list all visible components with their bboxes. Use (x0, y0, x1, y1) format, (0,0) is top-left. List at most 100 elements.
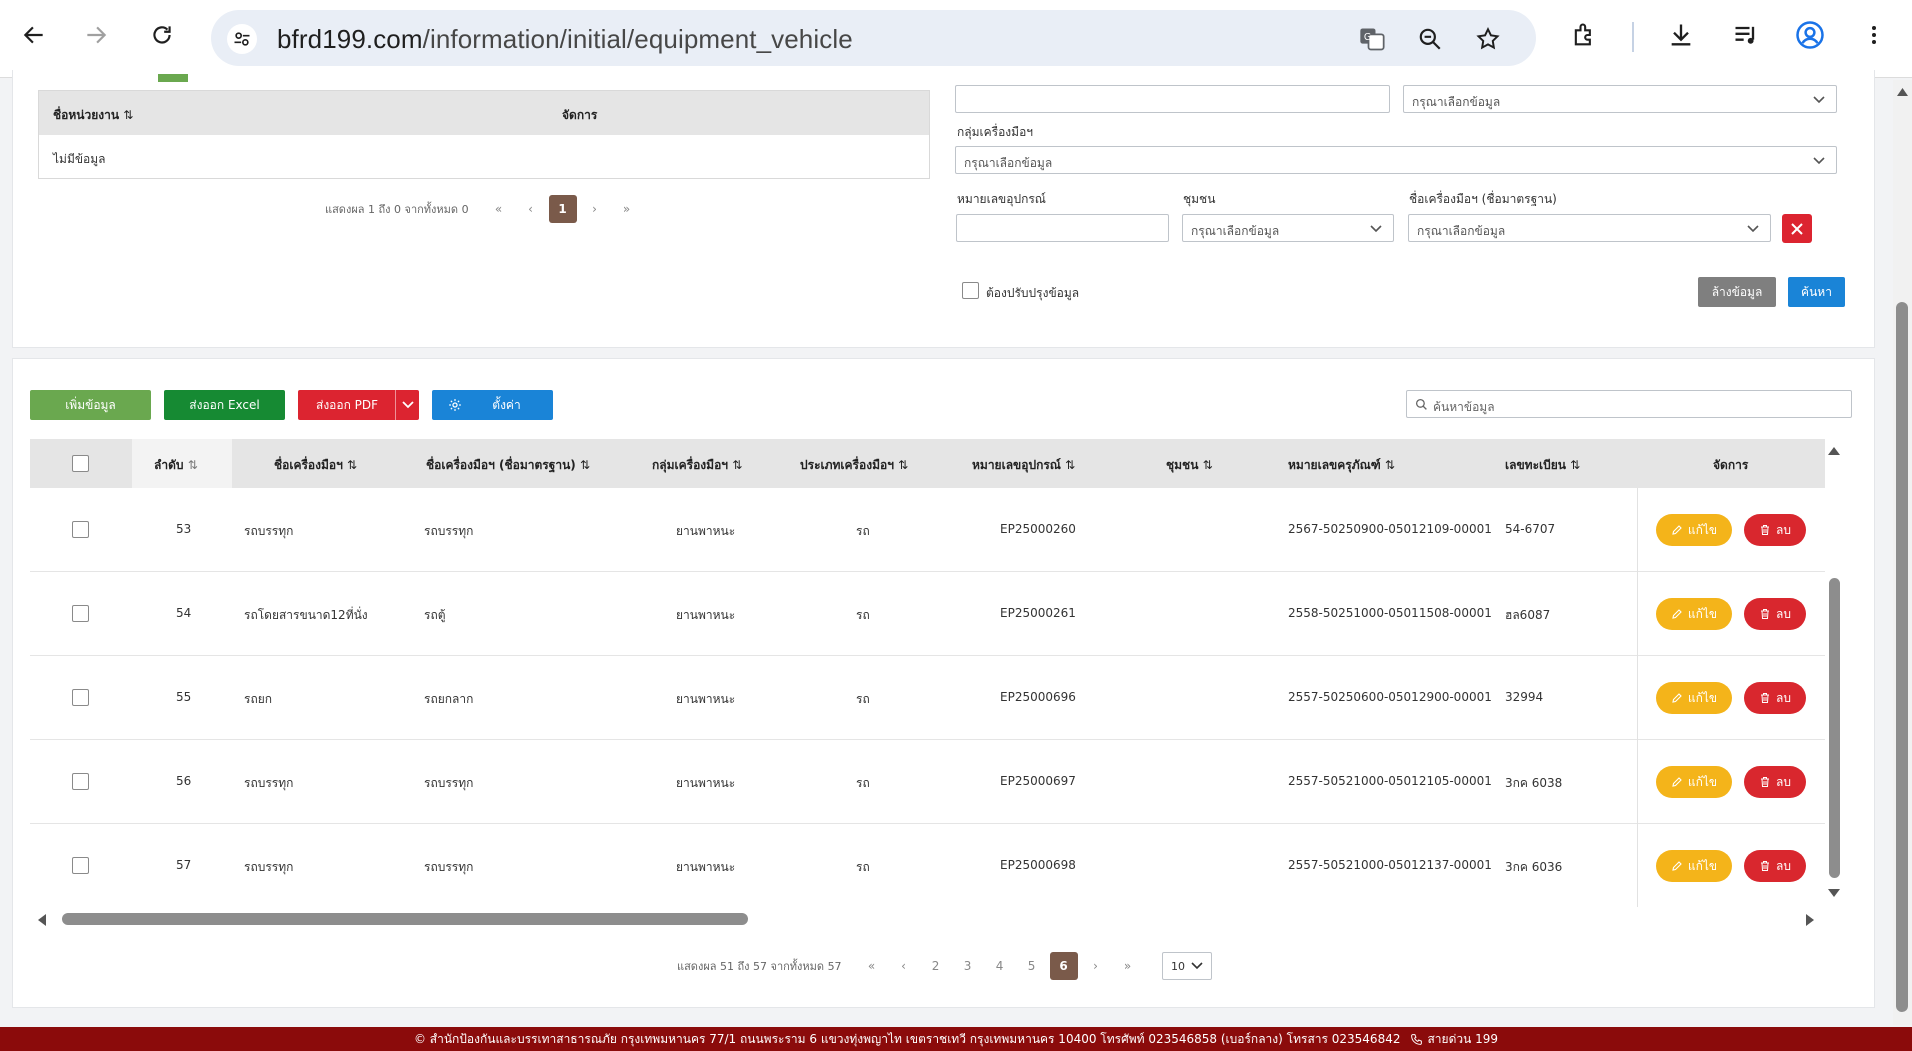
page-button[interactable]: 1 (548, 195, 577, 223)
next-page-button[interactable]: › (1082, 952, 1110, 980)
clear-button[interactable]: ล้างข้อมูล (1698, 277, 1776, 307)
col-asset-no[interactable]: หมายเลขครุภัณฑ์ ⇅ (1288, 456, 1395, 475)
menu-kebab-icon[interactable] (1856, 17, 1892, 53)
url-text: bfrd199.com/information/initial/equipmen… (277, 24, 853, 54)
scroll-down-icon[interactable] (1827, 887, 1841, 899)
table-horizontal-scrollbar[interactable] (30, 910, 1825, 928)
settings-button[interactable]: ตั้งค่า (432, 390, 553, 420)
search-icon (1415, 398, 1427, 410)
site-info-icon[interactable] (227, 24, 257, 54)
table-header: ลำดับ ⇅ ชื่อเครื่องมือฯ ⇅ ชื่อเครื่องมือ… (30, 439, 1825, 488)
page-size-select[interactable]: 10 (1162, 952, 1212, 980)
first-page-button[interactable]: « (858, 952, 886, 980)
current-page-button[interactable]: 6 (1049, 952, 1078, 980)
profile-icon[interactable] (1792, 17, 1828, 53)
row-checkbox[interactable] (72, 689, 89, 706)
horizontal-scroll-thumb[interactable] (62, 913, 748, 925)
edit-button[interactable]: แก้ไข (1656, 850, 1732, 882)
edit-button[interactable]: แก้ไข (1656, 682, 1732, 714)
equipment-table: ลำดับ ⇅ ชื่อเครื่องมือฯ ⇅ ชื่อเครื่องมือ… (30, 439, 1825, 907)
device-no-input[interactable] (956, 214, 1169, 242)
col-name[interactable]: ชื่อเครื่องมือฯ ⇅ (274, 456, 357, 475)
filter-select-top[interactable]: กรุณาเลือกข้อมูล (1403, 85, 1837, 113)
clear-select-button[interactable] (1782, 214, 1812, 243)
row-checkbox[interactable] (72, 773, 89, 790)
trash-icon (1761, 693, 1769, 703)
prev-page-button[interactable]: ‹ (517, 195, 545, 223)
delete-button[interactable]: ลบ (1744, 850, 1806, 882)
pdf-dropdown-toggle[interactable] (395, 390, 419, 420)
needs-update-checkbox[interactable] (962, 282, 979, 299)
page-button[interactable]: 2 (922, 952, 950, 980)
col-device-no[interactable]: หมายเลขอุปกรณ์ ⇅ (972, 456, 1075, 475)
delete-button[interactable]: ลบ (1744, 514, 1806, 546)
export-pdf-button[interactable]: ส่งออก PDF (298, 390, 419, 420)
row-checkbox[interactable] (72, 605, 89, 622)
table-row: 54 รถโดยสารขนาด12ที่นั่ง รถตู้ ยานพาหนะ … (30, 572, 1825, 656)
page-scrollbar[interactable] (1893, 80, 1912, 1025)
scroll-up-icon[interactable] (1827, 445, 1841, 457)
forward-icon[interactable] (78, 17, 114, 53)
first-page-button[interactable]: « (485, 195, 513, 223)
edit-button[interactable]: แก้ไข (1656, 766, 1732, 798)
unit-col-name[interactable]: ชื่อหน่วยงาน ⇅ (53, 106, 133, 125)
translate-icon[interactable]: G (1357, 24, 1387, 54)
vertical-scroll-thumb[interactable] (1829, 578, 1840, 878)
pencil-icon (1672, 693, 1682, 703)
address-bar[interactable]: bfrd199.com/information/initial/equipmen… (211, 10, 1536, 66)
extensions-icon[interactable] (1566, 17, 1602, 53)
download-icon[interactable] (1663, 17, 1699, 53)
pencil-icon (1672, 609, 1682, 619)
table-search-input[interactable]: ค้นหาข้อมูล (1406, 390, 1852, 418)
last-page-button[interactable]: » (1114, 952, 1142, 980)
zoom-icon[interactable] (1415, 24, 1445, 54)
prev-page-button[interactable]: ‹ (890, 952, 918, 980)
row-checkbox[interactable] (72, 857, 89, 874)
table-row: 57 รถบรรทุก รถบรรทุก ยานพาหนะ รถ EP25000… (30, 824, 1825, 907)
select-all-checkbox[interactable] (72, 455, 89, 472)
media-icon[interactable] (1728, 17, 1764, 53)
edit-button[interactable]: แก้ไข (1656, 514, 1732, 546)
label-group: กลุ่มเครื่องมือฯ (957, 125, 1034, 139)
table-vertical-scrollbar[interactable] (1825, 443, 1843, 903)
phone-icon (1411, 1033, 1423, 1045)
filter-text-input[interactable] (955, 85, 1390, 113)
unit-col-manage: จัดการ (562, 108, 598, 122)
col-std-name[interactable]: ชื่อเครื่องมือฯ (ชื่อมาตรฐาน) ⇅ (426, 456, 590, 475)
label-std-name: ชื่อเครื่องมือฯ (ชื่อมาตรฐาน) (1409, 192, 1557, 206)
col-no[interactable]: ลำดับ ⇅ (154, 456, 198, 475)
chevron-down-icon (1813, 96, 1825, 104)
unit-table: ชื่อหน่วยงาน ⇅ จัดการ ไม่มีข้อมูล (38, 90, 930, 179)
page-button[interactable]: 3 (954, 952, 982, 980)
export-excel-button[interactable]: ส่งออก Excel (164, 390, 285, 420)
community-select[interactable]: กรุณาเลือกข้อมูล (1182, 214, 1394, 242)
row-checkbox[interactable] (72, 521, 89, 538)
page-button[interactable]: 5 (1018, 952, 1046, 980)
delete-button[interactable]: ลบ (1744, 766, 1806, 798)
page-scroll-thumb[interactable] (1896, 302, 1908, 1012)
next-page-button[interactable]: › (581, 195, 609, 223)
page-button[interactable]: 4 (986, 952, 1014, 980)
scroll-right-icon[interactable] (1804, 913, 1816, 927)
search-button[interactable]: ค้นหา (1788, 277, 1845, 307)
browser-toolbar: bfrd199.com/information/initial/equipmen… (0, 0, 1912, 78)
col-plate[interactable]: เลขทะเบียน ⇅ (1505, 456, 1580, 475)
reload-icon[interactable] (144, 17, 180, 53)
edit-button[interactable]: แก้ไข (1656, 598, 1732, 630)
scroll-left-icon[interactable] (36, 913, 48, 927)
group-select[interactable]: กรุณาเลือกข้อมูล (955, 146, 1837, 174)
add-button[interactable]: เพิ่มข้อมูล (30, 390, 151, 420)
col-group[interactable]: กลุ่มเครื่องมือฯ ⇅ (652, 456, 742, 475)
last-page-button[interactable]: » (613, 195, 641, 223)
delete-button[interactable]: ลบ (1744, 682, 1806, 714)
back-icon[interactable] (16, 17, 52, 53)
std-name-select[interactable]: กรุณาเลือกข้อมูล (1408, 214, 1771, 242)
scroll-up-icon[interactable] (1896, 86, 1909, 97)
bookmark-star-icon[interactable] (1473, 24, 1503, 54)
site-footer: © สำนักป้องกันและบรรเทาสาธารณภัย กรุงเทพ… (0, 1027, 1912, 1051)
col-community[interactable]: ชุมชน ⇅ (1166, 456, 1213, 475)
unit-empty-row: ไม่มีข้อมูล (39, 135, 929, 178)
col-type[interactable]: ประเภทเครื่องมือฯ ⇅ (800, 456, 908, 475)
chevron-down-icon (1370, 225, 1382, 233)
delete-button[interactable]: ลบ (1744, 598, 1806, 630)
